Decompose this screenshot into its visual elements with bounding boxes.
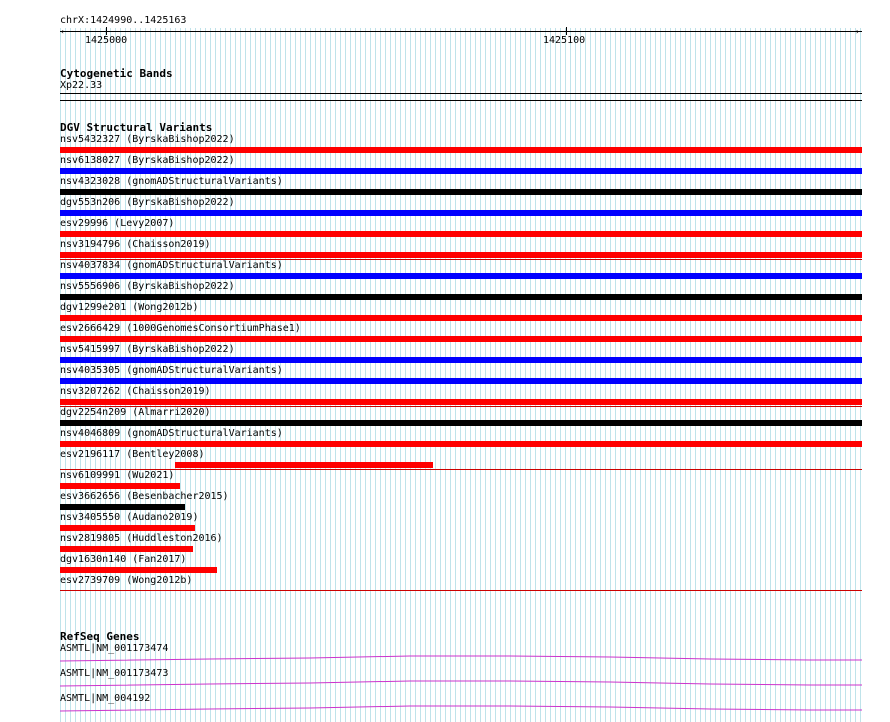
refseq-track-title[interactable]: RefSeq Genes — [60, 630, 139, 643]
ruler-tick — [106, 27, 107, 35]
dgv-variant-label[interactable]: esv2666429 (1000GenomesConsortiumPhase1) — [60, 323, 301, 335]
dgv-variant-label[interactable]: dgv1630n140 (Fan2017) — [60, 554, 186, 566]
dgv-variant-label[interactable]: esv29996 (Levy2007) — [60, 218, 174, 230]
dgv-variant-label[interactable]: esv2739709 (Wong2012b) — [60, 575, 192, 587]
dgv-variant-label[interactable]: dgv1299e201 (Wong2012b) — [60, 302, 198, 314]
dgv-variant-label[interactable]: nsv3194796 (Chaisson2019) — [60, 239, 211, 251]
dgv-variant-label[interactable]: nsv4035305 (gnomADStructuralVariants) — [60, 365, 283, 377]
ruler-right-arrow-icon: › — [855, 27, 860, 36]
dgv-variant-label[interactable]: nsv5432327 (ByrskaBishop2022) — [60, 134, 235, 146]
dgv-variant-label[interactable]: esv2196117 (Bentley2008) — [60, 449, 205, 461]
dgv-variant-label[interactable]: nsv5556906 (ByrskaBishop2022) — [60, 281, 235, 293]
dgv-track-title[interactable]: DGV Structural Variants — [60, 121, 212, 134]
refseq-transcript-label[interactable]: ASMTL|NM_001173473 — [60, 668, 168, 680]
cytobands-track-title[interactable]: Cytogenetic Bands — [60, 67, 173, 80]
ruler-tick-label: 1425000 — [85, 35, 128, 46]
dgv-variant-label[interactable]: dgv553n206 (ByrskaBishop2022) — [60, 197, 235, 209]
ruler-tick — [566, 27, 567, 35]
dgv-variant-label[interactable]: nsv3405550 (Audano2019) — [60, 512, 198, 524]
ruler-tick-label: 1425100 — [543, 35, 586, 46]
dgv-variant-label[interactable]: nsv6109991 (Wu2021) — [60, 470, 174, 482]
dgv-variant-label[interactable]: nsv4037834 (gnomADStructuralVariants) — [60, 260, 283, 272]
dgv-variant-label[interactable]: nsv3207262 (Chaisson2019) — [60, 386, 211, 398]
dgv-variant-label[interactable]: nsv4323028 (gnomADStructuralVariants) — [60, 176, 283, 188]
dgv-variant-label[interactable]: dgv2254n209 (Almarri2020) — [60, 407, 211, 419]
cytoband-label: Xp22.33 — [60, 80, 103, 91]
dgv-variant-label[interactable]: esv3662656 (Besenbacher2015) — [60, 491, 229, 503]
ruler-left-arrow-icon: ‹ — [60, 27, 65, 36]
dgv-variant-label[interactable]: nsv6138027 (ByrskaBishop2022) — [60, 155, 235, 167]
refseq-transcript-label[interactable]: ASMTL|NM_001173474 — [60, 643, 168, 655]
refseq-transcript-line[interactable] — [0, 0, 890, 722]
dgv-variant-label[interactable]: nsv2819805 (Huddleston2016) — [60, 533, 223, 545]
region-label: chrX:1424990..1425163 — [60, 15, 187, 26]
dgv-variant-label[interactable]: nsv4046809 (gnomADStructuralVariants) — [60, 428, 283, 440]
dgv-variant-label[interactable]: nsv5415997 (ByrskaBishop2022) — [60, 344, 235, 356]
refseq-transcript-label[interactable]: ASMTL|NM_004192 — [60, 693, 150, 705]
